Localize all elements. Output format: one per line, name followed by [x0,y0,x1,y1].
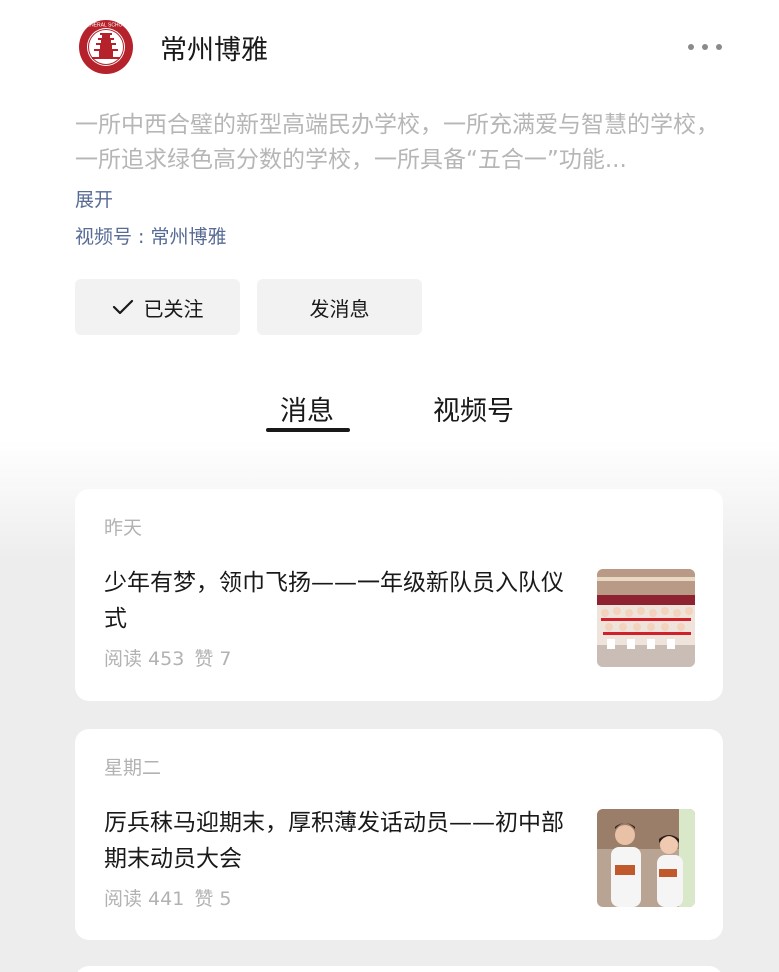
logo-text: GENERAL SCHOOL [83,23,129,29]
article-stats: 阅读 453 赞 7 [104,644,231,671]
followed-button[interactable]: 已关注 [75,279,240,335]
like-count: 赞 5 [194,888,232,910]
article-title: 厉兵秣马迎期末，厚积薄发话动员——初中部期末动员大会 [104,810,564,872]
article-card[interactable]: 星期二 厉兵秣马迎期末，厚积薄发话动员——初中部期末动员大会 阅读 441 赞 5 [75,729,723,940]
tab-messages[interactable]: 消息 [280,389,334,428]
dot-icon [716,44,722,50]
dot-icon [688,44,694,50]
article-title: 少年有梦，领巾飞扬——一年级新队员入队仪式 [104,570,564,632]
account-name: 常州博雅 [160,34,268,66]
checkmark-icon [112,299,133,315]
article-stats: 阅读 441 赞 5 [104,884,231,911]
article-thumbnail [597,569,695,667]
article-date: 星期二 [104,757,162,779]
article-card[interactable]: 昨天 少年有梦，领巾飞扬——一年级新队员入队仪式 阅读 453 赞 7 [75,489,723,701]
article-date: 昨天 [104,517,143,539]
read-count: 阅读 453 [104,648,185,670]
like-count: 赞 7 [194,648,232,670]
send-message-label: 发消息 [309,296,370,321]
dot-icon [702,44,708,50]
tab-bar: 消息 视频号 [0,385,779,435]
official-account-profile: GENERAL SCHOOL 常州博雅 一所中西合璧的新型高端民办学校，一所充满… [0,0,779,972]
read-count: 阅读 441 [104,888,185,910]
article-thumbnail [597,809,695,907]
channel-link[interactable]: 视频号 : 常州博雅 [75,222,226,249]
active-tab-indicator [266,428,350,432]
followed-label: 已关注 [143,296,204,321]
article-card[interactable] [75,966,723,972]
expand-link[interactable]: 展开 [75,185,113,212]
account-description: 一所中西合璧的新型高端民办学校，一所充满爱与智慧的学校，一所追求绿色高分数的学校… [75,112,719,173]
send-message-button[interactable]: 发消息 [257,279,422,335]
tab-channels[interactable]: 视频号 [433,389,514,428]
profile-header: GENERAL SCHOOL 常州博雅 [78,17,722,77]
more-options-button[interactable] [688,37,722,57]
school-logo: GENERAL SCHOOL [78,19,134,75]
